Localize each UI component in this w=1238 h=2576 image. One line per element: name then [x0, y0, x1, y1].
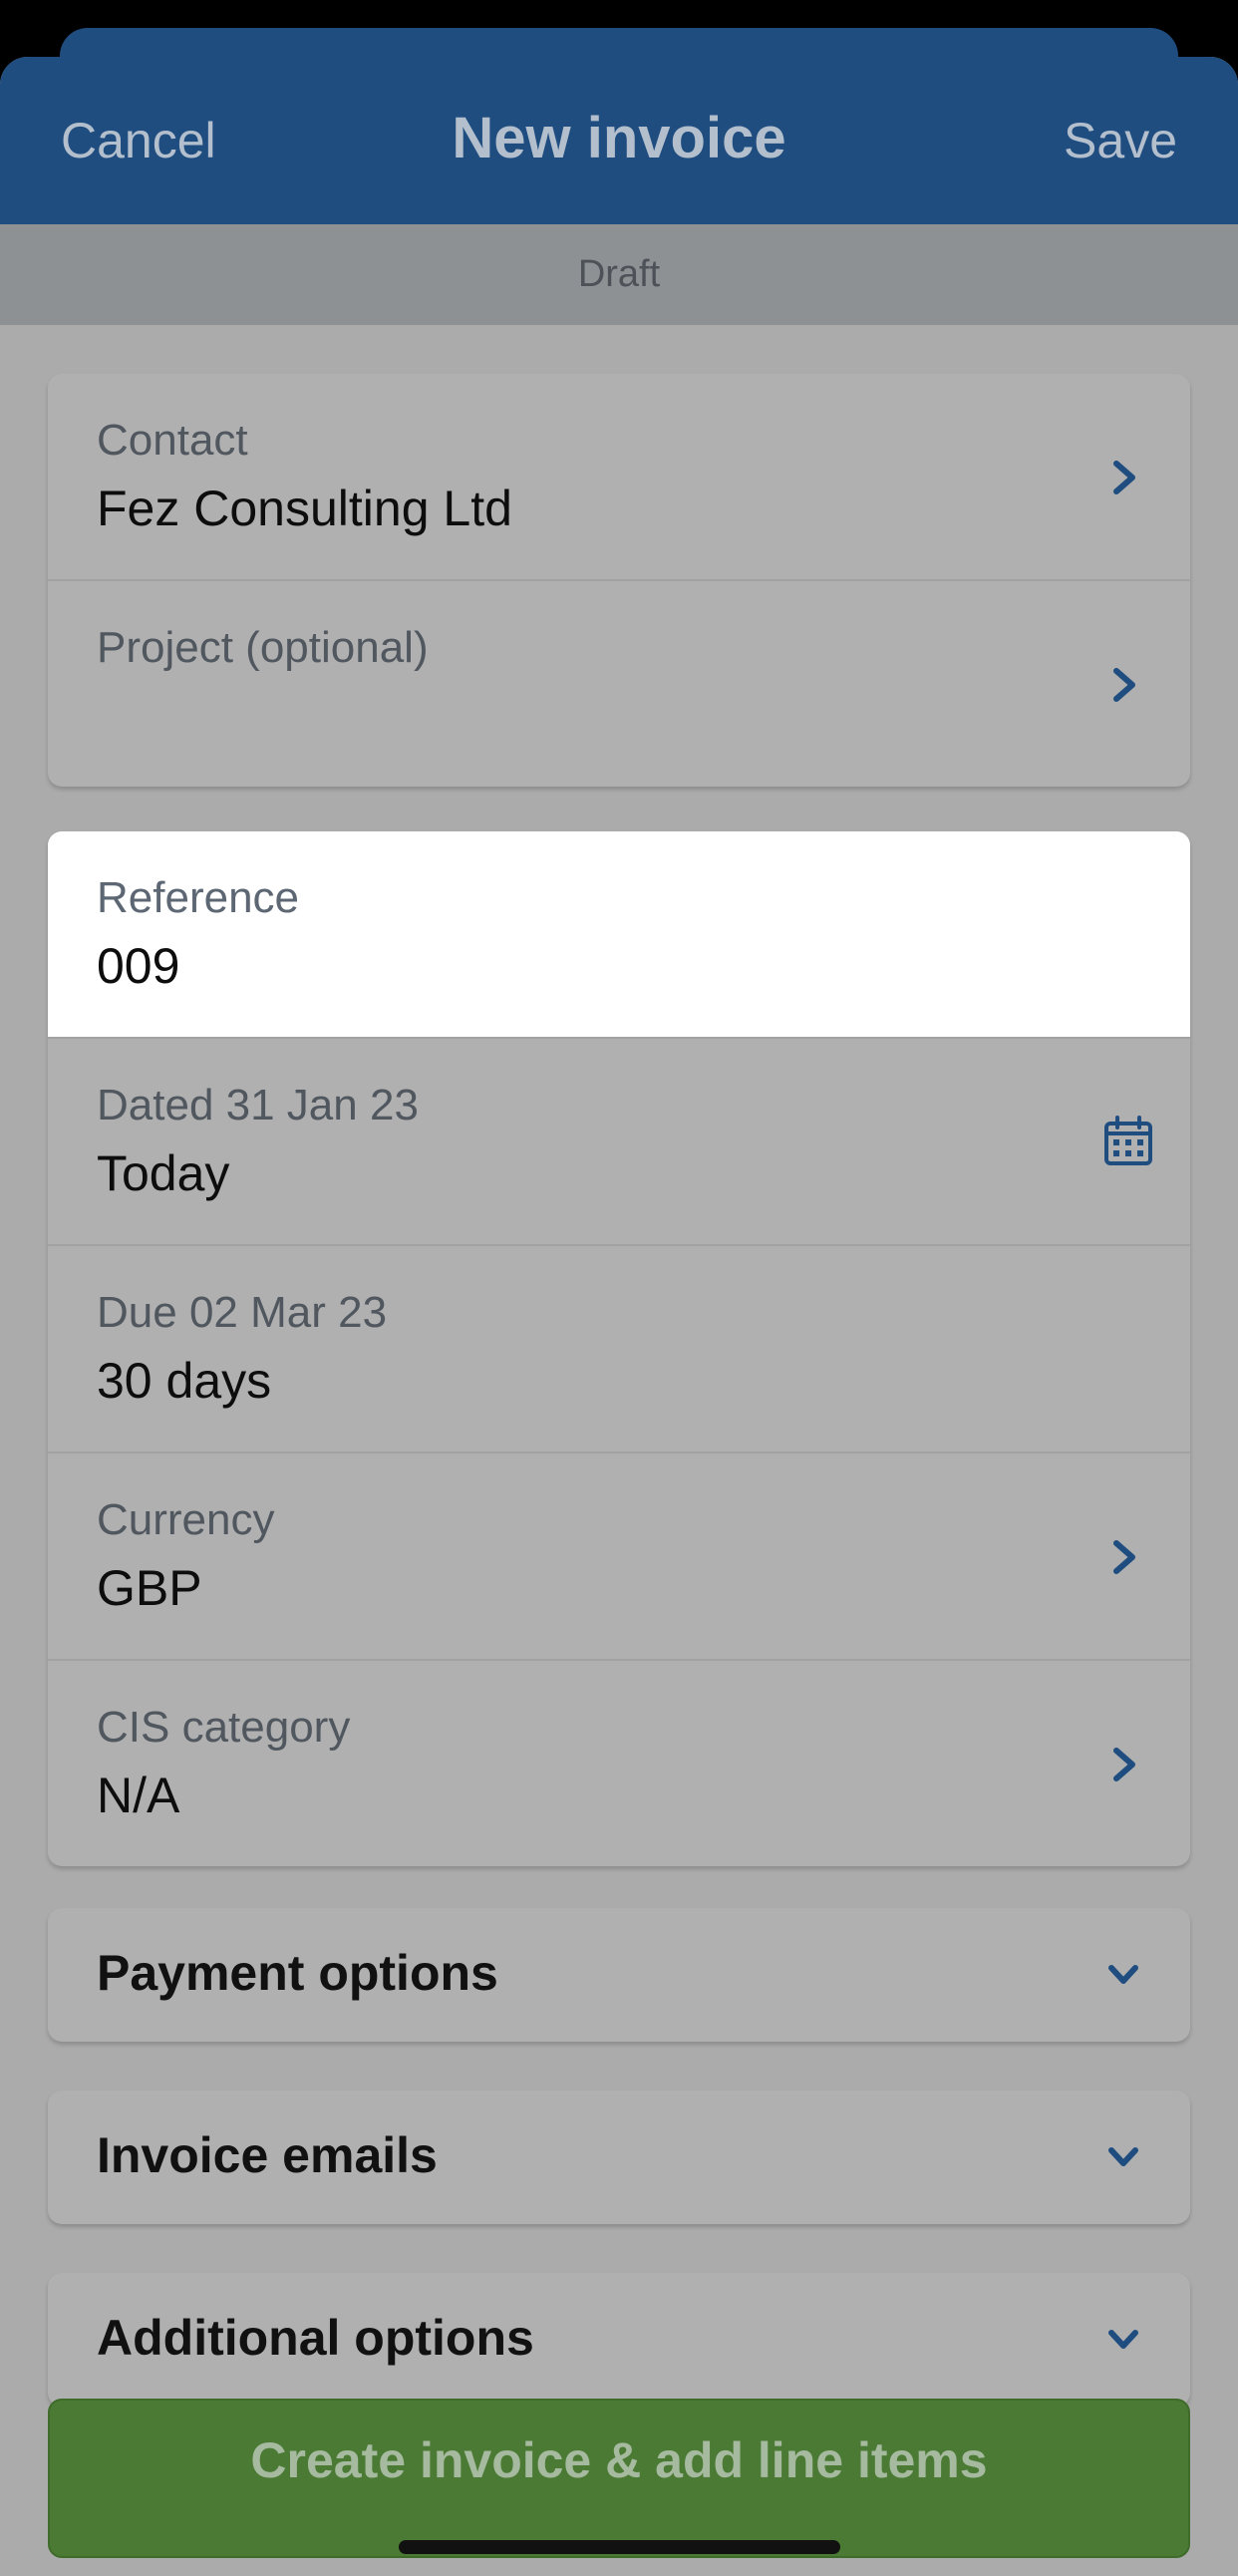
chevron-right-icon: [1113, 1748, 1135, 1781]
dated-row[interactable]: Dated 31 Jan 23 Today: [48, 1039, 1190, 1246]
chevron-right-icon: [1113, 668, 1135, 702]
contact-label: Contact: [97, 416, 248, 465]
currency-label: Currency: [97, 1495, 275, 1544]
invoice-details-card: Reference 009 Dated 31 Jan 23 Today Due …: [48, 831, 1190, 1866]
chevron-right-icon: [1113, 1540, 1135, 1574]
cis-category-label: CIS category: [97, 1703, 351, 1752]
chevron-right-icon: [1113, 461, 1135, 494]
currency-value: GBP: [97, 1560, 202, 1616]
chevron-down-icon: [1108, 2330, 1138, 2349]
cis-category-row[interactable]: CIS category N/A: [48, 1661, 1190, 1866]
chevron-down-icon: [1108, 2147, 1138, 2166]
chevron-down-icon: [1108, 1965, 1138, 1984]
new-invoice-sheet: Cancel New invoice Save Draft Contact Fe…: [0, 57, 1238, 2576]
reference-label: Reference: [97, 873, 300, 922]
reference-field[interactable]: Reference 009: [48, 831, 1190, 1039]
invoice-emails-label: Invoice emails: [97, 2127, 438, 2183]
invoice-emails-section[interactable]: Invoice emails: [48, 2091, 1190, 2224]
payment-options-section[interactable]: Payment options: [48, 1908, 1190, 2042]
additional-options-label: Additional options: [97, 2310, 534, 2366]
contact-row[interactable]: Contact Fez Consulting Ltd: [48, 374, 1190, 581]
due-value: 30 days: [97, 1353, 272, 1409]
calendar-icon[interactable]: [1100, 1114, 1156, 1169]
home-indicator: [399, 2540, 840, 2554]
due-label: Due 02 Mar 23: [97, 1288, 388, 1337]
contact-value: Fez Consulting Ltd: [97, 481, 512, 536]
currency-row[interactable]: Currency GBP: [48, 1453, 1190, 1661]
status-banner: Draft: [0, 224, 1238, 325]
additional-options-section[interactable]: Additional options: [48, 2273, 1190, 2407]
navigation-bar: Cancel New invoice Save: [0, 57, 1238, 224]
reference-value[interactable]: 009: [97, 937, 179, 995]
contact-card: Contact Fez Consulting Ltd Project (opti…: [48, 374, 1190, 787]
project-label: Project (optional): [97, 623, 429, 672]
project-row[interactable]: Project (optional): [48, 581, 1190, 787]
dated-value: Today: [97, 1145, 230, 1201]
cis-category-value: N/A: [97, 1768, 180, 1823]
create-invoice-button[interactable]: Create invoice & add line items: [48, 2399, 1190, 2558]
payment-options-label: Payment options: [97, 1945, 498, 2001]
dated-label: Dated 31 Jan 23: [97, 1081, 419, 1129]
due-row[interactable]: Due 02 Mar 23 30 days: [48, 1246, 1190, 1453]
save-button[interactable]: Save: [1064, 112, 1177, 169]
page-title: New invoice: [452, 106, 786, 170]
